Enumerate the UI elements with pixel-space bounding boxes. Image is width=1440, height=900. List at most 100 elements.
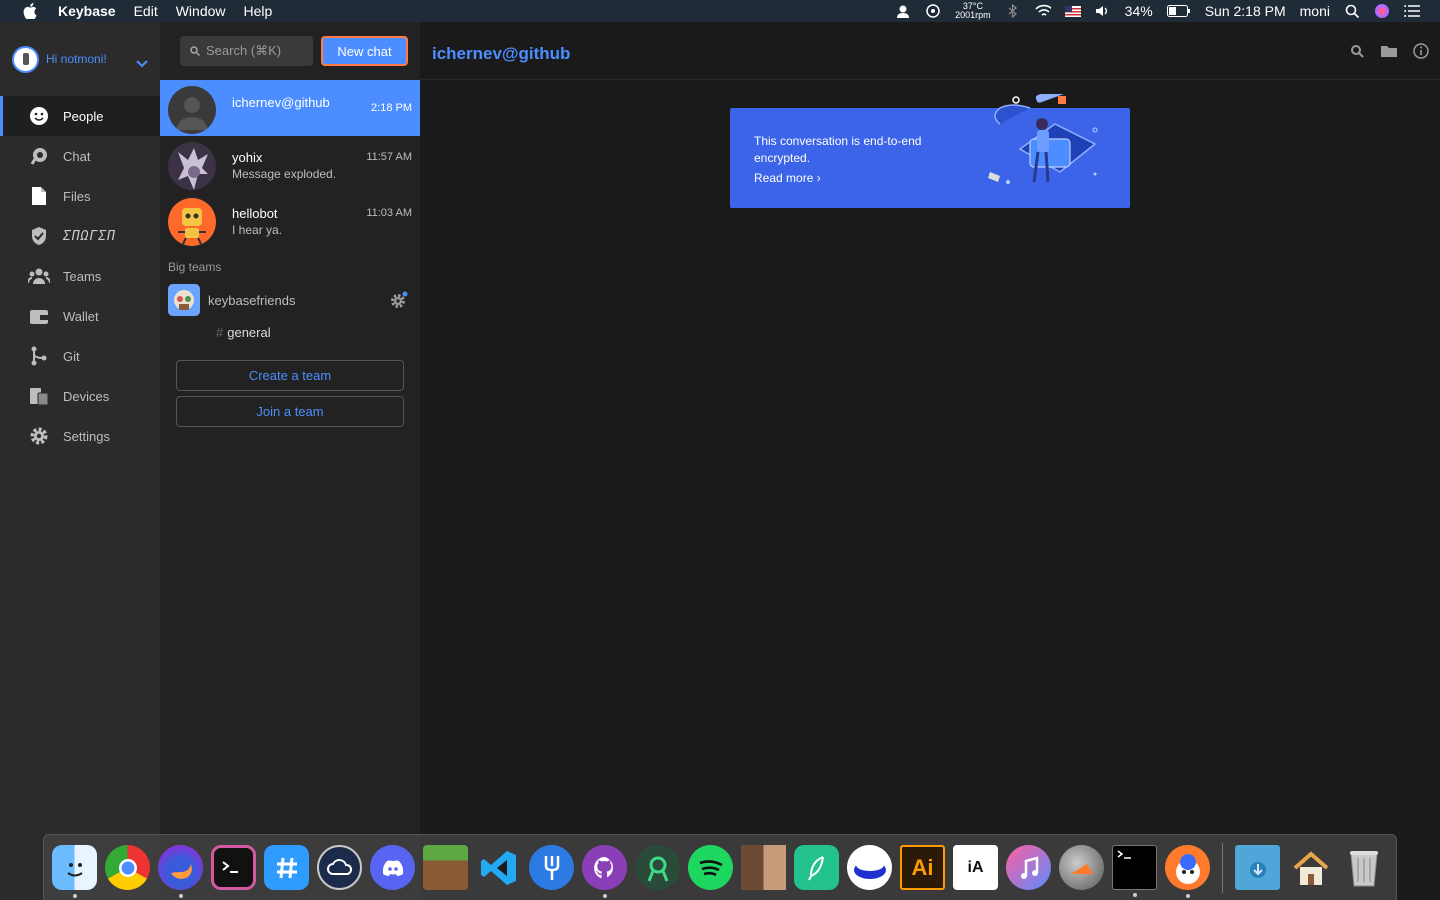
encryption-illustration: [980, 76, 1110, 204]
join-team-button[interactable]: Join a team: [176, 396, 404, 427]
window-menu[interactable]: Window: [176, 3, 226, 19]
siri-icon[interactable]: [1374, 4, 1390, 18]
mirror-app-icon[interactable]: [847, 845, 892, 890]
terminal-icon[interactable]: [1112, 845, 1157, 897]
nav-item-crypto[interactable]: ΣΠΩΓΣΠ: [0, 216, 160, 256]
hashtag-app-icon[interactable]: [264, 845, 309, 890]
illustrator-icon[interactable]: Ai: [900, 845, 945, 890]
app-menu[interactable]: Keybase: [58, 3, 116, 19]
flag-icon[interactable]: [1064, 4, 1081, 18]
android-studio-icon[interactable]: [635, 845, 680, 890]
ia-writer-icon[interactable]: iA: [953, 845, 998, 890]
edit-menu[interactable]: Edit: [134, 3, 158, 19]
volume-icon[interactable]: [1095, 4, 1111, 18]
conversation-time: 11:03 AM: [366, 207, 412, 219]
fan-icon[interactable]: [925, 4, 941, 18]
big-teams-label: Big teams: [168, 260, 222, 274]
firefox-icon[interactable]: [158, 845, 203, 898]
info-icon[interactable]: [1412, 42, 1430, 60]
running-indicator: [1185, 894, 1190, 898]
dock-separator: [1222, 842, 1223, 893]
wallet-icon: [28, 305, 50, 327]
wifi-icon[interactable]: [1035, 4, 1051, 18]
header-actions: [1348, 42, 1430, 60]
chevron-down-icon[interactable]: [136, 55, 148, 68]
conversation-pane: ichernev@github This conversation is end…: [420, 22, 1440, 900]
minecraft-icon[interactable]: [423, 845, 468, 890]
nav-item-chat[interactable]: Chat: [0, 136, 160, 176]
iterm-icon[interactable]: [211, 845, 256, 890]
folder-icon[interactable]: [1380, 42, 1398, 60]
channel-row[interactable]: # general: [160, 318, 420, 346]
conversation-name: ichernev@github: [232, 95, 330, 110]
notification-center-icon[interactable]: [1404, 4, 1420, 18]
conversation-title[interactable]: ichernev@github: [432, 44, 570, 64]
read-more-link[interactable]: Read more ›: [754, 171, 821, 185]
github-desktop-icon[interactable]: [582, 845, 627, 898]
clock[interactable]: Sun 2:18 PM: [1205, 3, 1286, 19]
nav-item-settings[interactable]: Settings: [0, 416, 160, 456]
conversation-name: yohix: [232, 150, 263, 165]
conversation-text: yohix Message exploded.: [232, 142, 336, 181]
bluetooth-icon[interactable]: [1005, 4, 1021, 18]
discord-icon[interactable]: [370, 845, 415, 890]
help-menu[interactable]: Help: [244, 3, 273, 19]
create-team-button[interactable]: Create a team: [176, 360, 404, 391]
user-agent-icon[interactable]: [895, 4, 911, 18]
conversation-row[interactable]: yohix Message exploded. 11:57 AM: [160, 136, 420, 192]
search-icon[interactable]: [1348, 42, 1366, 60]
nav-item-git[interactable]: Git: [0, 336, 160, 376]
spotify-icon[interactable]: [688, 845, 733, 890]
apple-icon[interactable]: [20, 3, 40, 19]
nav-item-files[interactable]: Files: [0, 176, 160, 216]
battery-icon[interactable]: [1166, 4, 1191, 18]
keybase-icon[interactable]: [1165, 845, 1210, 898]
team-row[interactable]: keybasefriends: [160, 282, 420, 318]
search-input[interactable]: Search (⌘K): [180, 36, 313, 66]
cloud-app-icon[interactable]: [317, 845, 362, 890]
gear-icon[interactable]: [390, 291, 408, 309]
shield-icon: [28, 225, 50, 247]
itunes-icon[interactable]: [1006, 845, 1051, 890]
conversation-name: hellobot: [232, 206, 278, 221]
temp-readout[interactable]: 37°C 2001rpm: [955, 2, 991, 20]
running-indicator: [72, 894, 77, 898]
spotlight-icon[interactable]: [1344, 4, 1360, 18]
downloads-folder-icon[interactable]: [1235, 845, 1280, 890]
nav-label-crypto: ΣΠΩΓΣΠ: [63, 228, 116, 244]
fork-icon[interactable]: [529, 845, 574, 890]
menu-bar: Keybase Edit Window Help 37°C 2001rpm 34…: [0, 0, 1440, 22]
conversation-row[interactable]: hellobot I hear ya. 11:03 AM: [160, 192, 420, 248]
chrome-icon[interactable]: [105, 845, 150, 890]
nav-label-people: People: [63, 108, 104, 124]
nav-item-wallet[interactable]: Wallet: [0, 296, 160, 336]
feather-icon[interactable]: [794, 845, 839, 890]
avatar: [168, 142, 216, 190]
nav-item-people[interactable]: People: [0, 96, 160, 136]
conversation-time: 11:57 AM: [366, 151, 412, 163]
running-indicator: [602, 894, 607, 898]
nav-label-devices: Devices: [63, 388, 110, 404]
pixel-game-icon[interactable]: [741, 845, 786, 890]
user-switcher[interactable]: Hi notmoni!: [0, 22, 160, 96]
encryption-banner: This conversation is end-to-end encrypte…: [730, 76, 1130, 208]
team-name: keybasefriends: [208, 292, 296, 308]
vscode-icon[interactable]: [476, 845, 521, 890]
conversation-row[interactable]: ichernev@github 2:18 PM: [160, 80, 420, 136]
user-greeting[interactable]: Hi notmoni!: [46, 52, 107, 66]
nav-label-teams: Teams: [63, 268, 102, 284]
nav-item-teams[interactable]: Teams: [0, 256, 160, 296]
avatar[interactable]: [12, 45, 39, 73]
home-folder-icon[interactable]: [1288, 845, 1333, 890]
conversation-text: ichernev@github: [232, 86, 330, 110]
battery-percent[interactable]: 34%: [1125, 3, 1153, 19]
new-chat-button[interactable]: New chat: [321, 36, 408, 66]
nav-item-devices[interactable]: Devices: [0, 376, 160, 416]
finder-icon[interactable]: [52, 845, 97, 898]
running-indicator: [178, 894, 183, 898]
trash-icon[interactable]: [1341, 845, 1386, 890]
nav-label-wallet: Wallet: [63, 308, 99, 324]
disk-app-icon[interactable]: [1059, 845, 1104, 890]
user-menu[interactable]: moni: [1300, 3, 1330, 19]
encryption-banner-text: This conversation is end-to-end encrypte…: [754, 134, 922, 165]
